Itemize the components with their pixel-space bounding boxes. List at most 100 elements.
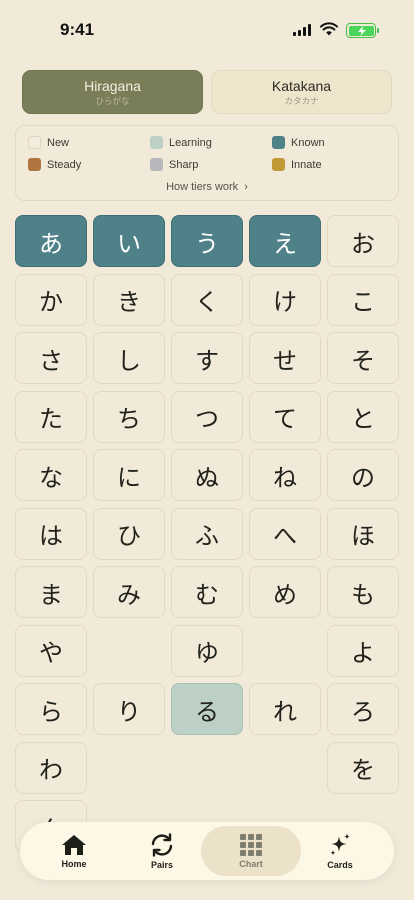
kana-glyph: わ xyxy=(39,756,63,784)
legend-item-innate: Innate xyxy=(272,158,322,171)
kana-glyph: の xyxy=(351,463,375,492)
kana-glyph: を xyxy=(351,756,375,784)
tab-pairs[interactable]: Pairs xyxy=(112,826,212,876)
kana-cell[interactable]: ろ xyxy=(327,683,399,735)
grid-icon xyxy=(240,833,262,856)
kana-cell[interactable]: わ xyxy=(15,741,87,794)
kana-cell[interactable]: た xyxy=(15,390,87,443)
kana-cell[interactable]: す xyxy=(171,332,243,384)
kana-cell[interactable]: い xyxy=(93,215,165,267)
kana-cell[interactable]: け xyxy=(249,273,321,326)
kana-glyph: や xyxy=(39,639,63,667)
kana-glyph: ち xyxy=(117,405,141,433)
kana-cell[interactable]: よ xyxy=(327,624,399,677)
kana-cell[interactable]: ね xyxy=(249,449,321,501)
kana-glyph: え xyxy=(273,229,297,258)
how-tiers-work-link[interactable]: How tiers work › xyxy=(16,181,398,193)
kana-cell[interactable]: を xyxy=(327,741,399,794)
battery-icon xyxy=(346,23,379,38)
kana-cell[interactable]: あ xyxy=(15,215,87,267)
kana-cell[interactable]: う xyxy=(171,215,243,267)
tab-cards[interactable]: Cards xyxy=(290,826,390,876)
kana-cell[interactable]: め xyxy=(249,566,321,618)
kana-cell[interactable]: こ xyxy=(327,273,399,326)
script-segmented-control: Hiragana ひらがな Katakana カタカナ xyxy=(22,70,392,114)
kana-cell[interactable]: へ xyxy=(249,507,321,560)
segment-hiragana[interactable]: Hiragana ひらがな xyxy=(22,70,203,114)
kana-cell[interactable]: え xyxy=(249,215,321,267)
kana-cell[interactable]: れ xyxy=(249,683,321,735)
kana-cell[interactable]: ひ xyxy=(93,507,165,560)
kana-cell[interactable]: お xyxy=(327,215,399,267)
home-icon xyxy=(62,834,86,855)
kana-cell[interactable]: ぬ xyxy=(171,449,243,501)
segment-katakana-label: Katakana xyxy=(271,77,332,94)
kana-cell[interactable]: の xyxy=(327,449,399,501)
segment-hiragana-sub: ひらがな xyxy=(95,96,130,107)
kana-cell[interactable]: そ xyxy=(327,332,399,384)
tab-pairs-label: Pairs xyxy=(150,859,174,870)
kana-glyph: き xyxy=(117,288,141,316)
kana-cell[interactable]: ふ xyxy=(171,507,243,560)
kana-cell[interactable]: は xyxy=(15,507,87,560)
kana-cell[interactable]: に xyxy=(93,449,165,501)
kana-cell[interactable]: き xyxy=(93,273,165,326)
kana-glyph: つ xyxy=(195,405,219,433)
kana-cell[interactable]: る xyxy=(171,683,243,735)
signal-icon xyxy=(293,24,311,36)
tier-legend: New Learning Known Steady Sharp Innate H… xyxy=(15,125,399,201)
kana-glyph: せ xyxy=(273,346,297,375)
kana-cell[interactable]: ら xyxy=(15,683,87,735)
kana-cell[interactable]: む xyxy=(171,566,243,618)
segment-katakana[interactable]: Katakana カタカナ xyxy=(211,70,392,114)
kana-glyph: ふ xyxy=(195,522,219,550)
kana-glyph: ひ xyxy=(117,522,141,550)
kana-cell[interactable]: つ xyxy=(171,390,243,443)
kana-cell[interactable]: し xyxy=(93,332,165,384)
kana-cell[interactable]: や xyxy=(15,624,87,677)
kana-glyph: み xyxy=(117,580,141,609)
kana-cell[interactable]: も xyxy=(327,566,399,618)
kana-cell[interactable]: て xyxy=(249,390,321,443)
kana-cell[interactable]: と xyxy=(327,390,399,443)
kana-glyph: い xyxy=(117,229,141,258)
kana-cell[interactable]: ゆ xyxy=(171,624,243,677)
legend-item-learning: Learning xyxy=(150,136,212,149)
kana-cell[interactable]: か xyxy=(15,273,87,326)
kana-glyph: お xyxy=(351,229,375,258)
kana-cell[interactable]: み xyxy=(93,566,165,618)
segment-katakana-sub: カタカナ xyxy=(284,96,319,107)
kana-glyph: そ xyxy=(351,346,375,375)
kana-glyph: て xyxy=(273,405,297,433)
kana-glyph: う xyxy=(195,229,219,258)
how-tiers-work-label: How tiers work xyxy=(166,181,239,193)
status-time: 9:41 xyxy=(60,20,95,39)
tab-home[interactable]: Home xyxy=(24,826,124,876)
kana-cell[interactable]: く xyxy=(171,273,243,326)
legend-swatch xyxy=(28,158,41,171)
refresh-icon xyxy=(151,832,173,857)
sparkle-icon xyxy=(330,833,350,855)
kana-glyph: れ xyxy=(273,697,297,726)
kana-glyph: ね xyxy=(273,463,297,492)
kana-cell[interactable]: な xyxy=(15,449,87,501)
kana-cell[interactable]: ほ xyxy=(327,507,399,560)
kana-glyph: さ xyxy=(39,346,63,375)
kana-glyph: に xyxy=(117,463,141,492)
kana-glyph: な xyxy=(39,463,63,492)
legend-swatch xyxy=(150,136,163,149)
kana-glyph: た xyxy=(39,405,63,433)
kana-cell[interactable]: ち xyxy=(93,390,165,443)
kana-glyph: く xyxy=(195,288,219,316)
kana-cell[interactable]: ま xyxy=(15,566,87,618)
kana-glyph: る xyxy=(195,697,219,726)
kana-cell[interactable]: り xyxy=(93,683,165,735)
kana-cell[interactable]: せ xyxy=(249,332,321,384)
kana-glyph: あ xyxy=(39,229,63,258)
status-bar: 9:41 xyxy=(0,0,414,56)
legend-item-known: Known xyxy=(272,136,325,149)
tab-chart[interactable]: Chart xyxy=(201,826,301,876)
legend-label: Known xyxy=(291,136,325,149)
kana-cell[interactable]: さ xyxy=(15,332,87,384)
legend-item-steady: Steady xyxy=(28,158,81,171)
